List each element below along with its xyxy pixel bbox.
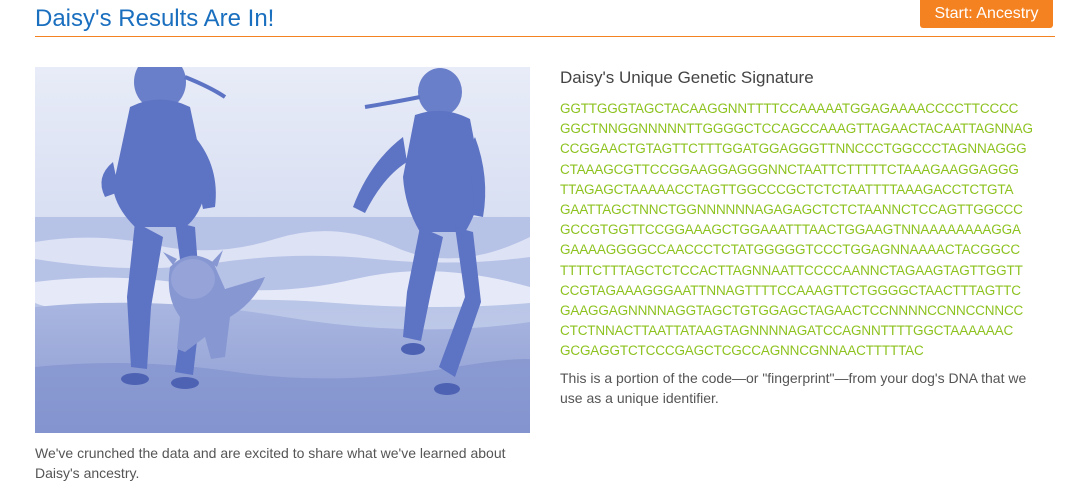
genetic-signature-heading: Daisy's Unique Genetic Signature xyxy=(560,68,814,87)
dna-sequence-line: GAAAAGGGGCCAACCCTCTATGGGGGTCCCTGGAGNNAAA… xyxy=(560,242,1020,258)
page-title: Daisy's Results Are In! xyxy=(35,5,275,32)
dna-explanation-text: This is a portion of the code—or "finger… xyxy=(560,370,1027,406)
dna-sequence-line: CCGGAACTGTAGTTCTTTGGATGGAGGGTTNNCCCTGGCC… xyxy=(560,141,1027,157)
start-ancestry-button[interactable]: Start: Ancestry xyxy=(920,0,1053,28)
dna-sequence-line: TTTTCTTTAGCTCTCCACTTAGNNAATTCCCCAANNCTAG… xyxy=(560,262,1023,278)
dna-sequence-line: CCGTAGAAAGGGAATTNNAGTTTTCCAAAGTTCTGGGGCT… xyxy=(560,282,1021,298)
dna-sequence-line: TTAGAGCTAAAAACCTAGTTGGCCCGCTCTCTAATTTTAA… xyxy=(560,181,1014,197)
dna-sequence-line: CTAAAGCGTTCCGGAAGGAGGGNNCTAATTCTTTTTCTAA… xyxy=(560,161,1019,177)
dna-sequence-line: CTCTNNACTTAATTATAAGTAGNNNNAGATCCAGNNTTTT… xyxy=(560,323,1014,339)
header-divider xyxy=(35,36,1055,37)
dna-sequence-line: GAAGGAGNNNNAGGTAGCTGTGGAGCTAGAACTCCNNNNC… xyxy=(560,303,1024,319)
dna-sequence: GGTTGGGTAGCTACAAGGNNTTTTCCAAAAATGGAGAAAA… xyxy=(560,99,1060,362)
girls-running-with-dog-image xyxy=(35,67,530,433)
dna-sequence-line: GCGAGGTCTCCCGAGCTCGCCAGNNCGNNAACTTTTTAC xyxy=(560,343,924,359)
dna-sequence-line: GGTTGGGTAGCTACAAGGNNTTTTCCAAAAATGGAGAAAA… xyxy=(560,101,1019,116)
dna-sequence-line: GAATTAGCTNNCTGGNNNNNNAGAGAGCTCTCTAANNCTC… xyxy=(560,202,1023,218)
hero-photo xyxy=(35,67,530,433)
dna-sequence-line: GGCTNNGGNNNNNTTGGGGCTCCAGCCAAAGTTAGAACTA… xyxy=(560,121,1033,137)
results-intro-text: We've crunched the data and are excited … xyxy=(35,445,506,481)
dna-sequence-line: GCCGTGGTTCCGGAAAGCTGGAAATTTAACTGGAAGTNNA… xyxy=(560,222,1021,238)
